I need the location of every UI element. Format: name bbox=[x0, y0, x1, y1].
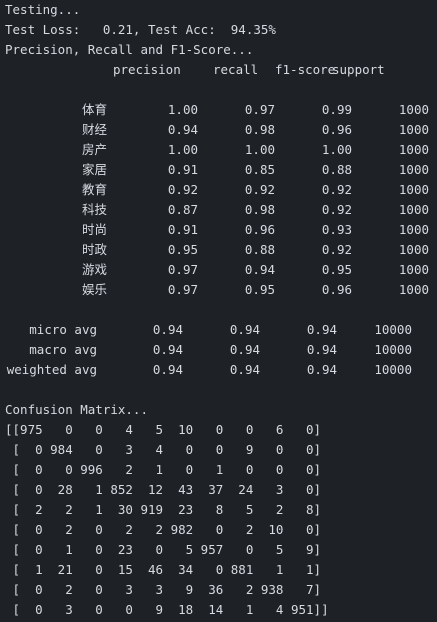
confusion-matrix-row: [ 0 28 1 852 12 43 37 24 3 0] bbox=[5, 482, 322, 497]
support-value: 10000 bbox=[374, 342, 412, 357]
class-label: 时政 bbox=[82, 242, 108, 257]
class-label: 财经 bbox=[82, 122, 108, 137]
class-row: 时政 0.95 0.88 0.92 1000 bbox=[0, 240, 437, 260]
support-value: 1000 bbox=[398, 202, 429, 217]
support-value: 10000 bbox=[374, 362, 412, 377]
precision-value: 0.87 bbox=[167, 202, 198, 217]
confusion-matrix-row: [ 0 984 0 3 4 0 0 9 0 0] bbox=[5, 442, 322, 457]
precision-value: 1.00 bbox=[167, 142, 198, 157]
support-value: 1000 bbox=[398, 222, 429, 237]
class-label: 游戏 bbox=[82, 262, 108, 277]
recall-value: 0.94 bbox=[229, 322, 260, 337]
header-recall: recall bbox=[213, 62, 259, 77]
f1-value: 0.96 bbox=[321, 282, 352, 297]
support-value: 1000 bbox=[398, 282, 429, 297]
recall-value: 0.97 bbox=[244, 102, 275, 117]
precision-value: 0.95 bbox=[167, 242, 198, 257]
precision-value: 0.94 bbox=[152, 322, 183, 337]
f1-value: 0.92 bbox=[321, 182, 352, 197]
average-row: weighted avg 0.94 0.94 0.94 10000 bbox=[0, 360, 437, 380]
f1-value: 0.94 bbox=[306, 322, 337, 337]
precision-value: 0.92 bbox=[167, 182, 198, 197]
recall-value: 0.94 bbox=[229, 342, 260, 357]
recall-value: 0.95 bbox=[244, 282, 275, 297]
confusion-matrix-row: [ 0 3 0 0 9 18 14 1 4 951]] bbox=[5, 602, 329, 617]
f1-value: 0.95 bbox=[321, 262, 352, 277]
class-row: 时尚 0.91 0.96 0.93 1000 bbox=[0, 220, 437, 240]
class-row: 游戏 0.97 0.94 0.95 1000 bbox=[0, 260, 437, 280]
report-header-row: precision recall f1-score support bbox=[0, 60, 437, 80]
support-value: 1000 bbox=[398, 142, 429, 157]
recall-value: 0.96 bbox=[244, 222, 275, 237]
average-label: micro avg bbox=[29, 322, 97, 337]
support-value: 10000 bbox=[374, 322, 412, 337]
prf-title-line: Precision, Recall and F1-Score... bbox=[5, 42, 254, 57]
class-row: 科技 0.87 0.98 0.92 1000 bbox=[0, 200, 437, 220]
confusion-matrix-row: [ 2 2 1 30 919 23 8 5 2 8] bbox=[5, 502, 322, 517]
terminal-output: Testing... Test Loss: 0.21, Test Acc: 94… bbox=[0, 0, 437, 622]
f1-value: 0.96 bbox=[321, 122, 352, 137]
testing-line: Testing... bbox=[5, 2, 81, 17]
header-support: support bbox=[332, 62, 385, 77]
support-value: 1000 bbox=[398, 242, 429, 257]
precision-value: 0.91 bbox=[167, 162, 198, 177]
support-value: 1000 bbox=[398, 262, 429, 277]
precision-value: 0.97 bbox=[167, 282, 198, 297]
confusion-matrix-row: [[975 0 0 4 5 10 0 0 6 0] bbox=[5, 422, 322, 437]
class-label: 科技 bbox=[82, 202, 108, 217]
class-label: 教育 bbox=[82, 182, 108, 197]
recall-value: 0.98 bbox=[244, 202, 275, 217]
f1-value: 0.92 bbox=[321, 202, 352, 217]
class-row: 财经 0.94 0.98 0.96 1000 bbox=[0, 120, 437, 140]
class-label: 时尚 bbox=[82, 222, 108, 237]
f1-value: 0.93 bbox=[321, 222, 352, 237]
recall-value: 0.98 bbox=[244, 122, 275, 137]
recall-value: 0.92 bbox=[244, 182, 275, 197]
confusion-matrix-row: [ 0 2 0 3 3 9 36 2 938 7] bbox=[5, 582, 322, 597]
recall-value: 0.94 bbox=[229, 362, 260, 377]
recall-value: 1.00 bbox=[244, 142, 275, 157]
average-row: micro avg 0.94 0.94 0.94 10000 bbox=[0, 320, 437, 340]
class-label: 家居 bbox=[82, 162, 108, 177]
f1-value: 0.99 bbox=[321, 102, 352, 117]
recall-value: 0.85 bbox=[244, 162, 275, 177]
f1-value: 0.94 bbox=[306, 362, 337, 377]
recall-value: 0.94 bbox=[244, 262, 275, 277]
class-row: 房产 1.00 1.00 1.00 1000 bbox=[0, 140, 437, 160]
confusion-matrix-row: [ 0 1 0 23 0 5 957 0 5 9] bbox=[5, 542, 322, 557]
confusion-matrix-title: Confusion Matrix... bbox=[5, 402, 148, 417]
precision-value: 0.91 bbox=[167, 222, 198, 237]
f1-value: 0.94 bbox=[306, 342, 337, 357]
average-label: macro avg bbox=[29, 342, 97, 357]
class-row: 家居 0.91 0.85 0.88 1000 bbox=[0, 160, 437, 180]
f1-value: 0.92 bbox=[321, 242, 352, 257]
precision-value: 0.94 bbox=[167, 122, 198, 137]
class-label: 体育 bbox=[82, 102, 108, 117]
support-value: 1000 bbox=[398, 162, 429, 177]
recall-value: 0.88 bbox=[244, 242, 275, 257]
class-row: 体育 1.00 0.97 0.99 1000 bbox=[0, 100, 437, 120]
class-row: 娱乐 0.97 0.95 0.96 1000 bbox=[0, 280, 437, 300]
support-value: 1000 bbox=[398, 182, 429, 197]
precision-value: 0.94 bbox=[152, 362, 183, 377]
header-f1-score: f1-score bbox=[275, 62, 336, 77]
confusion-matrix-row: [ 0 0 996 2 1 0 1 0 0 0] bbox=[5, 462, 322, 477]
average-label: weighted avg bbox=[6, 362, 97, 377]
header-precision: precision bbox=[113, 62, 181, 77]
precision-value: 0.97 bbox=[167, 262, 198, 277]
f1-value: 0.88 bbox=[321, 162, 352, 177]
test-loss-line: Test Loss: 0.21, Test Acc: 94.35% bbox=[5, 22, 276, 37]
class-label: 房产 bbox=[82, 142, 108, 157]
class-row: 教育 0.92 0.92 0.92 1000 bbox=[0, 180, 437, 200]
precision-value: 0.94 bbox=[152, 342, 183, 357]
support-value: 1000 bbox=[398, 122, 429, 137]
average-row: macro avg 0.94 0.94 0.94 10000 bbox=[0, 340, 437, 360]
support-value: 1000 bbox=[398, 102, 429, 117]
precision-value: 1.00 bbox=[167, 102, 198, 117]
confusion-matrix-row: [ 0 2 0 2 2 982 0 2 10 0] bbox=[5, 522, 322, 537]
confusion-matrix-row: [ 1 21 0 15 46 34 0 881 1 1] bbox=[5, 562, 322, 577]
f1-value: 1.00 bbox=[321, 142, 352, 157]
class-label: 娱乐 bbox=[82, 282, 108, 297]
